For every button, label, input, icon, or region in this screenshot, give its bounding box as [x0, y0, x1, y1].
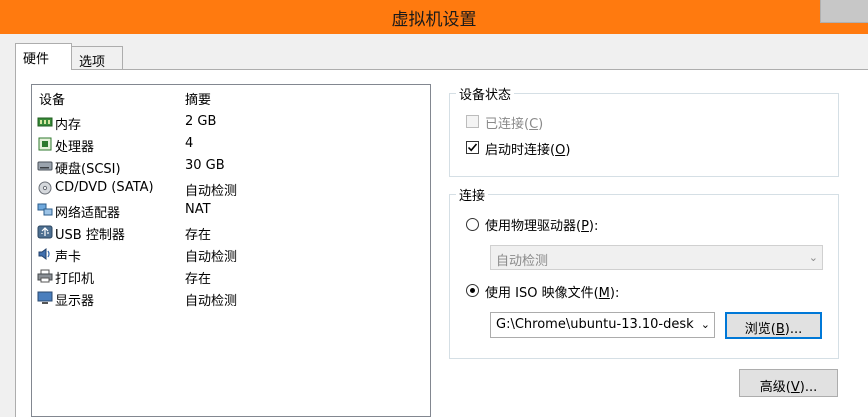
display-icon — [37, 291, 53, 304]
close-button[interactable] — [820, 0, 868, 23]
device-summary: 存在 — [185, 228, 212, 243]
title-bar: 虚拟机设置 — [0, 0, 868, 34]
checkmark-icon — [467, 143, 478, 152]
tab-hardware-label: 硬件 — [23, 52, 50, 67]
device-name: 处理器 — [55, 140, 95, 155]
physical-drive-radio[interactable] — [466, 218, 479, 231]
advanced-button[interactable]: 高级(V)... — [739, 369, 838, 397]
device-summary: 2 GB — [185, 114, 217, 129]
tab-options[interactable]: 选项 — [71, 46, 123, 70]
sound-card-icon — [38, 248, 50, 260]
device-row-usb-controller[interactable]: USB 控制器 存在 — [32, 222, 430, 244]
device-name: 显示器 — [55, 294, 95, 309]
device-row-printer[interactable]: 打印机 存在 — [32, 266, 430, 288]
device-summary: 存在 — [185, 272, 212, 287]
iso-path-combo[interactable]: G:\Chrome\ubuntu-13.10-deskt ⌄ — [490, 312, 715, 338]
device-row-network-adapter[interactable]: 网络适配器 NAT — [32, 200, 430, 222]
harddisk-icon — [37, 161, 53, 171]
processor-icon — [38, 137, 52, 151]
physical-drive-label: 使用物理驱动器(P): — [485, 219, 599, 234]
device-list[interactable]: 设备 摘要 内存 2 GB 处理器 4 硬盘(SCSI) 30 GB CD/DV… — [31, 84, 431, 417]
browse-button[interactable]: 浏览(B)... — [725, 312, 822, 339]
device-name: 网络适配器 — [55, 206, 121, 221]
connect-at-power-on-checkbox[interactable] — [466, 141, 479, 154]
device-row-processor[interactable]: 处理器 4 — [32, 134, 430, 156]
device-summary: 自动检测 — [185, 184, 238, 199]
column-device[interactable]: 设备 — [39, 89, 65, 108]
device-summary: NAT — [185, 202, 211, 217]
device-row-sound-card[interactable]: 声卡 自动检测 — [32, 244, 430, 266]
device-name: 声卡 — [55, 250, 82, 265]
iso-image-radio[interactable] — [466, 284, 479, 297]
chevron-down-icon: ⌄ — [808, 251, 818, 264]
device-row-display[interactable]: 显示器 自动检测 — [32, 288, 430, 310]
device-name: 硬盘(SCSI) — [55, 162, 121, 177]
physical-drive-value: 自动检测 — [496, 254, 549, 269]
radio-selected-dot — [470, 288, 475, 293]
device-list-header: 设备 摘要 — [32, 89, 430, 109]
connection-title: 连接 — [456, 185, 489, 204]
device-name: 打印机 — [55, 272, 95, 287]
device-name: 内存 — [55, 118, 82, 133]
cd-dvd-icon — [38, 181, 52, 195]
connected-checkbox[interactable] — [466, 115, 479, 128]
device-name: USB 控制器 — [55, 228, 125, 243]
device-summary: 自动检测 — [185, 294, 238, 309]
usb-controller-icon — [37, 225, 53, 239]
memory-icon — [37, 117, 53, 127]
device-status-title: 设备状态 — [456, 84, 515, 103]
printer-icon — [37, 269, 53, 283]
tab-options-label: 选项 — [79, 55, 106, 70]
device-summary: 4 — [185, 136, 194, 151]
column-summary[interactable]: 摘要 — [185, 89, 211, 108]
tab-hardware[interactable]: 硬件 — [15, 43, 72, 70]
device-row-memory[interactable]: 内存 2 GB — [32, 112, 430, 134]
connect-at-power-on-label: 启动时连接(O) — [485, 143, 571, 158]
device-row-cd-dvd[interactable]: CD/DVD (SATA) 自动检测 — [32, 178, 430, 200]
physical-drive-select[interactable]: 自动检测 ⌄ — [490, 245, 823, 270]
device-row-harddisk[interactable]: 硬盘(SCSI) 30 GB — [32, 156, 430, 178]
chevron-down-icon[interactable]: ⌄ — [698, 318, 710, 331]
iso-image-label: 使用 ISO 映像文件(M): — [485, 286, 620, 301]
window-title: 虚拟机设置 — [391, 10, 477, 30]
connected-label: 已连接(C) — [485, 117, 544, 132]
network-adapter-icon — [37, 203, 53, 216]
device-name: CD/DVD (SATA) — [55, 180, 154, 195]
device-status-group — [449, 93, 839, 177]
iso-path-value: G:\Chrome\ubuntu-13.10-deskt — [496, 317, 694, 332]
device-summary: 30 GB — [185, 158, 225, 173]
device-summary: 自动检测 — [185, 250, 238, 265]
